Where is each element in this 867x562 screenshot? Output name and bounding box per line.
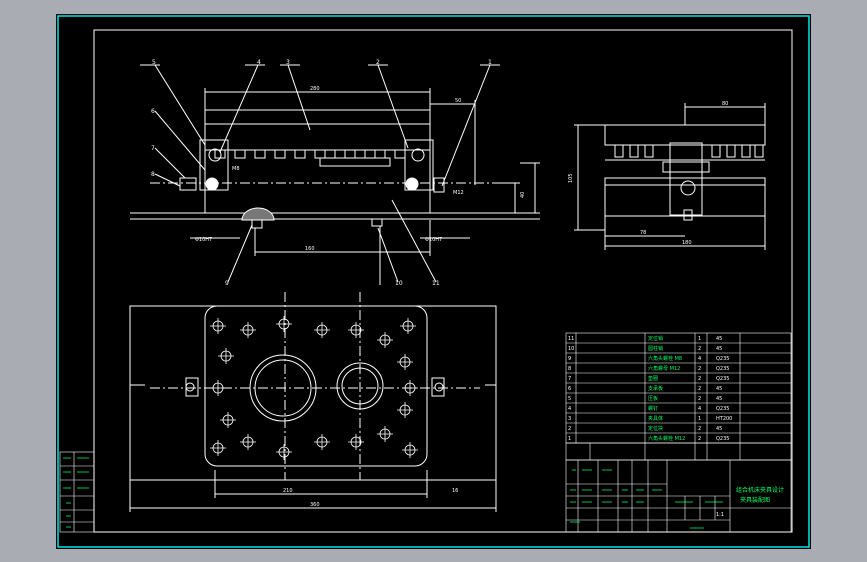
bom-cell-material: Q235 xyxy=(716,356,729,362)
bom-cell-no: 5 xyxy=(568,396,571,402)
balloon-3: 3 xyxy=(286,59,290,66)
bom-cell-name: 定位块 xyxy=(648,425,663,432)
svg-text:M8: M8 xyxy=(232,166,240,172)
svg-text:Φ10H7: Φ10H7 xyxy=(195,237,212,243)
bom-cell-qty: 4 xyxy=(698,406,701,412)
bom-cell-name: 夹具体 xyxy=(648,415,663,422)
bom-cell-no: 10 xyxy=(568,346,574,352)
svg-text:105: 105 xyxy=(568,173,574,183)
drawing-title-line1: 组合机床夹具设计 xyxy=(736,486,784,494)
bom-cell-name: 六角头螺栓 M12 xyxy=(648,435,685,442)
balloon-6: 6 xyxy=(151,108,155,115)
bom-cell-name: 六角螺母 M12 xyxy=(648,365,680,372)
balloon-2: 2 xyxy=(376,59,380,66)
balloon-4: 4 xyxy=(257,59,261,66)
bom-cell-material: HT200 xyxy=(716,416,732,422)
bom-cell-name: 螺钉 xyxy=(648,405,658,412)
balloon-11: 11 xyxy=(432,280,440,287)
svg-text:180: 180 xyxy=(682,240,692,246)
balloon-10: 10 xyxy=(395,280,403,287)
balloon-7: 7 xyxy=(151,145,155,152)
balloon-1: 1 xyxy=(488,59,492,66)
svg-text:16: 16 xyxy=(452,488,458,494)
bom-cell-no: 7 xyxy=(568,376,571,382)
bom-cell-material: 45 xyxy=(716,396,722,402)
bom-cell-name: 六角头螺栓 M8 xyxy=(648,355,682,362)
svg-text:50: 50 xyxy=(455,98,461,104)
bom-cell-qty: 4 xyxy=(698,356,701,362)
bom-cell-name: 垫圈 xyxy=(648,375,658,382)
bom-cell-no: 11 xyxy=(568,336,574,342)
svg-text:210: 210 xyxy=(283,488,293,494)
bom-cell-material: 45 xyxy=(716,336,722,342)
bom-cell-material: 45 xyxy=(716,426,722,432)
bom-cell-no: 8 xyxy=(568,366,571,372)
svg-text:78: 78 xyxy=(640,230,646,236)
balloon-8: 8 xyxy=(151,171,155,178)
bom-cell-name: 支承板 xyxy=(648,385,663,392)
bom-cell-no: 6 xyxy=(568,386,571,392)
balloon-5: 5 xyxy=(152,59,156,66)
bom-cell-no: 4 xyxy=(568,406,571,412)
svg-text:80: 80 xyxy=(722,101,728,107)
svg-text:Φ10H7: Φ10H7 xyxy=(425,237,442,243)
bom-cell-no: 9 xyxy=(568,356,571,362)
bom-cell-name: 定位销 xyxy=(648,335,663,342)
bom-cell-qty: 1 xyxy=(698,336,701,342)
bom-cell-no: 3 xyxy=(568,416,571,422)
bom-cell-material: Q235 xyxy=(716,436,729,442)
bom-cell-material: Q235 xyxy=(716,376,729,382)
bom-cell-qty: 2 xyxy=(698,396,701,402)
cad-drawing-canvas: 280 50 160 Φ10H7 Φ10H7 40 M12 M8 5 4 3 2… xyxy=(56,14,811,549)
svg-text:160: 160 xyxy=(305,246,315,252)
bom-cell-no: 1 xyxy=(568,436,571,442)
bom-cell-qty: 2 xyxy=(698,366,701,372)
bom-cell-qty: 2 xyxy=(698,346,701,352)
drawing-scale: 1:1 xyxy=(716,512,724,518)
bom-cell-qty: 2 xyxy=(698,426,701,432)
bom-cell-name: 压板 xyxy=(648,395,658,402)
svg-text:280: 280 xyxy=(310,86,320,92)
bom-cell-qty: 2 xyxy=(698,436,701,442)
bom-cell-qty: 2 xyxy=(698,376,701,382)
bom-cell-name: 圆柱销 xyxy=(648,345,663,352)
bom-cell-qty: 2 xyxy=(698,386,701,392)
drawing-title-line2: 夹具装配图 xyxy=(740,496,770,504)
bom-cell-material: Q235 xyxy=(716,406,729,412)
bom-cell-material: 45 xyxy=(716,386,722,392)
bom-cell-no: 2 xyxy=(568,426,571,432)
bom-cell-material: Q235 xyxy=(716,366,729,372)
balloon-9: 9 xyxy=(225,280,229,287)
svg-text:40: 40 xyxy=(520,192,526,198)
svg-text:360: 360 xyxy=(310,502,320,508)
bom-cell-material: 45 xyxy=(716,346,722,352)
bom-cell-qty: 1 xyxy=(698,416,701,422)
svg-text:M12: M12 xyxy=(453,190,464,196)
